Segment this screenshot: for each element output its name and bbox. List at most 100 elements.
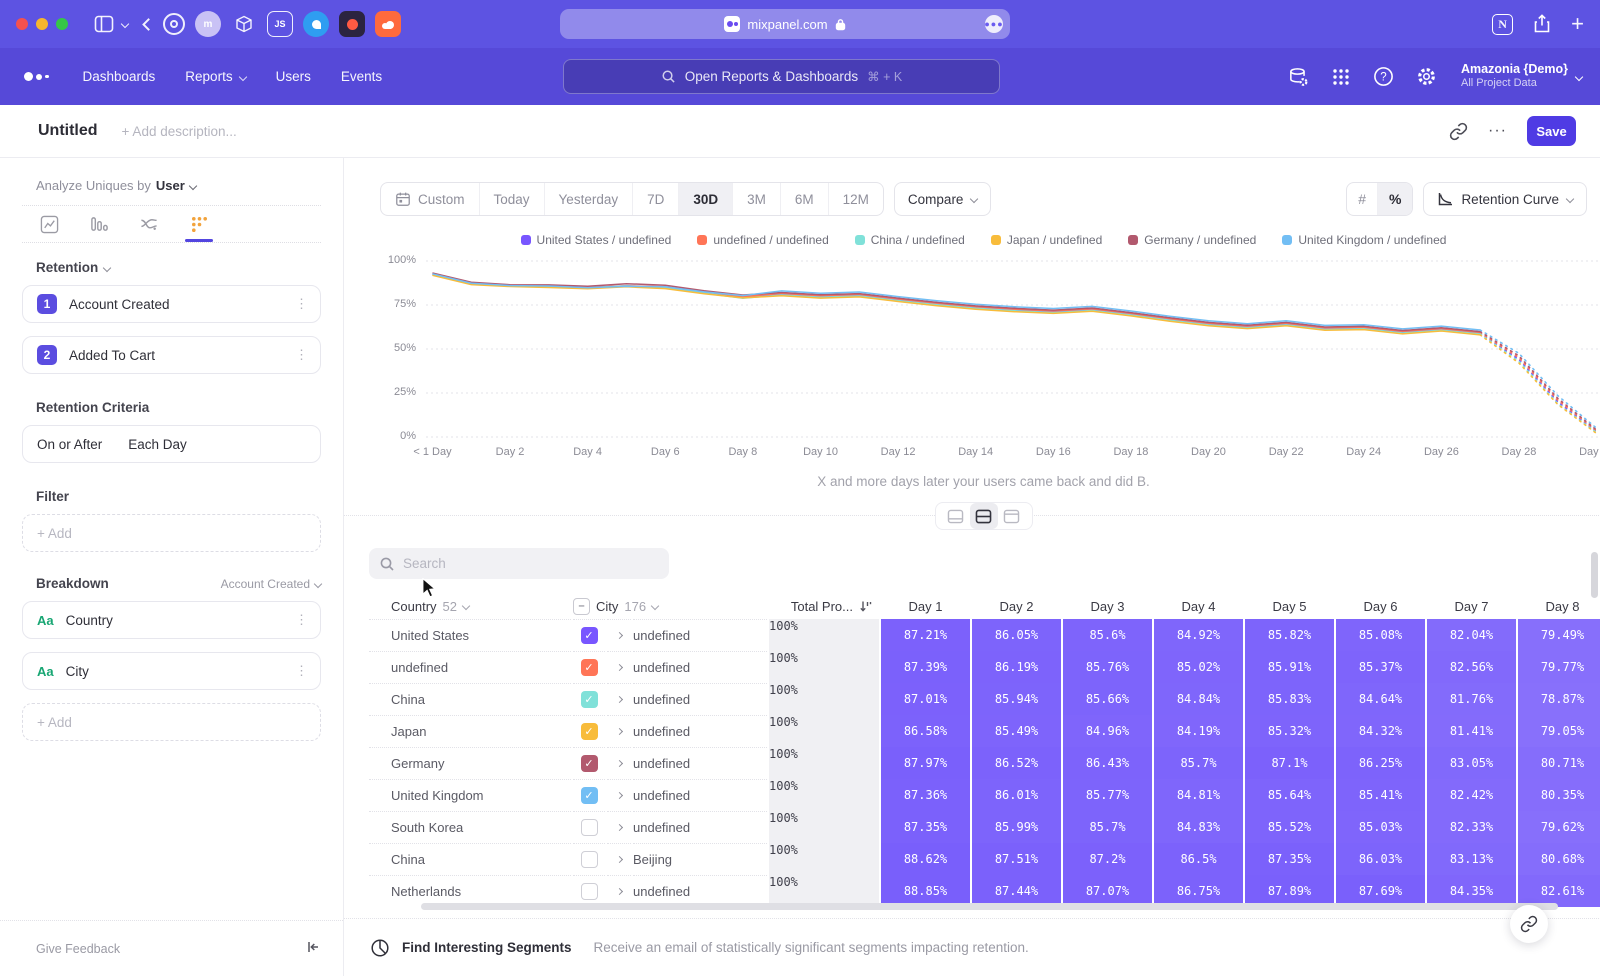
expand-row-icon[interactable] (615, 792, 622, 799)
day-column-header[interactable]: Day 8 (1518, 599, 1600, 614)
save-button[interactable]: Save (1527, 116, 1576, 146)
percent-format-button[interactable]: % (1378, 183, 1412, 215)
layout-split-button[interactable] (970, 503, 998, 529)
share-icon[interactable] (1533, 14, 1551, 34)
legend-item[interactable]: undefined / undefined (697, 233, 828, 247)
notion-extension-icon[interactable]: N (1492, 14, 1513, 35)
legend-item[interactable]: Japan / undefined (991, 233, 1102, 247)
mixpanel-logo-icon[interactable] (24, 72, 49, 81)
day-column-header[interactable]: Day 2 (972, 599, 1061, 614)
country-column-header[interactable]: Country52 (369, 599, 571, 614)
settings-gear-icon[interactable] (1416, 66, 1437, 87)
criteria-interval-dropdown[interactable]: Each Day (128, 437, 187, 452)
vertical-scrollbar-thumb[interactable] (1591, 552, 1598, 598)
collapse-sidebar-icon[interactable] (305, 939, 321, 958)
extension-m-icon[interactable]: m (195, 11, 221, 37)
layout-chart-only-button[interactable] (942, 503, 970, 529)
expand-row-icon[interactable] (615, 728, 622, 735)
range-6m-button[interactable]: 6M (781, 183, 829, 215)
legend-item[interactable]: China / undefined (855, 233, 965, 247)
apps-grid-icon[interactable] (1331, 67, 1351, 87)
retention-line-chart[interactable] (426, 256, 1600, 442)
expand-row-icon[interactable] (615, 856, 622, 863)
breakdown-event-dropdown[interactable]: Account Created (221, 577, 321, 591)
range-12m-button[interactable]: 12M (829, 183, 883, 215)
extension-raindrop-icon[interactable] (339, 11, 365, 37)
city-column-header[interactable]: –City176 (573, 598, 767, 615)
add-filter-button[interactable]: + Add (22, 514, 321, 552)
total-column-header[interactable]: Total Pro... (769, 599, 879, 614)
row-checkbox-checked[interactable]: ✓ (581, 627, 598, 644)
data-management-icon[interactable] (1287, 66, 1309, 88)
chart-type-dropdown[interactable]: Retention Curve (1423, 182, 1587, 216)
retention-step-card[interactable]: 1 Account Created ⋮ (22, 285, 321, 323)
day-column-header[interactable]: Day 4 (1154, 599, 1243, 614)
help-icon[interactable]: ? (1373, 66, 1394, 87)
row-checkbox-checked[interactable]: ✓ (581, 691, 598, 708)
nav-item-users[interactable]: Users (276, 69, 311, 84)
new-tab-icon[interactable]: + (1571, 13, 1584, 35)
copy-link-icon[interactable] (1449, 122, 1468, 141)
tab-insights[interactable] (36, 215, 62, 242)
more-actions-button[interactable]: ··· (1488, 122, 1507, 140)
day-column-header[interactable]: Day 3 (1063, 599, 1152, 614)
kebab-menu-icon[interactable]: ⋮ (295, 663, 308, 679)
row-checkbox-checked[interactable]: ✓ (581, 787, 598, 804)
breakdown-item-country[interactable]: Aa Country ⋮ (22, 601, 321, 639)
legend-item[interactable]: United States / undefined (521, 233, 672, 247)
expand-row-icon[interactable] (615, 824, 622, 831)
range-30d-button[interactable]: 30D (679, 183, 733, 215)
kebab-menu-icon[interactable]: ⋮ (295, 347, 308, 363)
criteria-mode-dropdown[interactable]: On or After (37, 437, 102, 452)
nav-item-reports[interactable]: Reports (185, 69, 245, 84)
sort-descending-icon[interactable] (859, 599, 873, 613)
day-column-header[interactable]: Day 1 (881, 599, 970, 614)
expand-row-icon[interactable] (615, 888, 622, 895)
expand-row-icon[interactable] (615, 760, 622, 767)
tab-retention[interactable] (186, 215, 212, 242)
extension-target-icon[interactable] (163, 13, 185, 35)
retention-section-heading[interactable]: Retention (36, 260, 321, 275)
count-format-button[interactable]: # (1347, 183, 1378, 215)
browser-sidebar-icon[interactable] (94, 15, 114, 33)
kebab-menu-icon[interactable]: ⋮ (295, 612, 308, 628)
row-checkbox-unchecked[interactable] (581, 883, 598, 900)
close-window-button[interactable] (16, 18, 28, 30)
kebab-menu-icon[interactable]: ⋮ (295, 296, 308, 312)
day-column-header[interactable]: Day 6 (1336, 599, 1425, 614)
report-description-placeholder[interactable]: + Add description... (122, 124, 237, 139)
give-feedback-link[interactable]: Give Feedback (36, 942, 120, 956)
nav-item-events[interactable]: Events (341, 69, 382, 84)
retention-step-card[interactable]: 2 Added To Cart ⋮ (22, 336, 321, 374)
tab-overview-chevron-icon[interactable] (122, 21, 128, 27)
segments-title[interactable]: Find Interesting Segments (402, 940, 572, 955)
address-bar[interactable]: mixpanel.com ●●● (560, 9, 1010, 39)
compare-button[interactable]: Compare (894, 182, 992, 216)
zoom-window-button[interactable] (56, 18, 68, 30)
range-7d-button[interactable]: 7D (633, 183, 679, 215)
extension-cube-icon[interactable] (231, 11, 257, 37)
range-custom-button[interactable]: Custom (381, 183, 480, 215)
project-switcher[interactable]: Amazonia {Demo} All Project Data (1459, 62, 1582, 91)
floating-share-link-button[interactable] (1510, 905, 1548, 943)
add-breakdown-button[interactable]: + Add (22, 703, 321, 741)
global-search[interactable]: Open Reports & Dashboards ⌘ + K (563, 59, 1000, 94)
row-checkbox-checked[interactable]: ✓ (581, 659, 598, 676)
row-checkbox-unchecked[interactable] (581, 851, 598, 868)
extension-js-icon[interactable]: JS (267, 11, 293, 37)
report-title[interactable]: Untitled (38, 122, 98, 140)
range-today-button[interactable]: Today (480, 183, 545, 215)
row-checkbox-unchecked[interactable] (581, 819, 598, 836)
range-3m-button[interactable]: 3M (733, 183, 781, 215)
horizontal-scrollbar-thumb[interactable] (421, 903, 1558, 910)
nav-item-dashboards[interactable]: Dashboards (83, 69, 156, 84)
extension-soundcloud-icon[interactable] (375, 11, 401, 37)
table-search[interactable] (369, 548, 669, 579)
row-checkbox-checked[interactable]: ✓ (581, 723, 598, 740)
table-search-input[interactable] (403, 556, 643, 571)
day-column-header[interactable]: Day 5 (1245, 599, 1334, 614)
expand-row-icon[interactable] (615, 696, 622, 703)
breakdown-item-city[interactable]: Aa City ⋮ (22, 652, 321, 690)
select-all-checkbox[interactable]: – (573, 598, 590, 615)
range-yesterday-button[interactable]: Yesterday (545, 183, 634, 215)
